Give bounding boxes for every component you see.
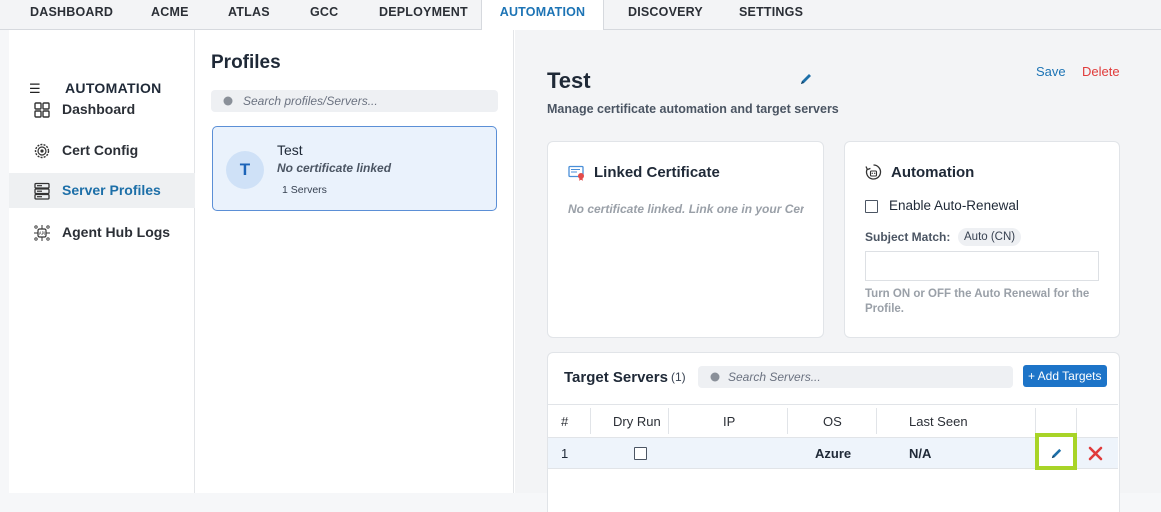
- add-targets-button[interactable]: + Add Targets: [1023, 365, 1107, 387]
- sidebar-item-agent-hub-logs[interactable]: API Agent Hub Logs: [9, 215, 195, 250]
- table-header: # Dry Run IP OS Last Seen: [548, 404, 1118, 438]
- target-servers-card: Target Servers (1) Search Servers... + A…: [547, 352, 1120, 512]
- tab-settings[interactable]: SETTINGS: [739, 0, 803, 30]
- tab-acme[interactable]: ACME: [151, 0, 189, 30]
- robot-icon: [865, 164, 882, 180]
- profiles-search-input[interactable]: Search profiles/Servers...: [211, 90, 498, 112]
- top-nav: DASHBOARD ACME ATLAS GCC DEPLOYMENT AUTO…: [0, 0, 1161, 31]
- sidebar-item-label: Cert Config: [62, 142, 139, 158]
- delete-row-close-icon[interactable]: [1088, 446, 1103, 461]
- subject-match-input[interactable]: [865, 251, 1099, 281]
- svg-text:API: API: [39, 231, 45, 236]
- api-hub-icon: API: [34, 225, 50, 241]
- column-header-ip[interactable]: IP: [723, 414, 735, 429]
- save-button[interactable]: Save: [1036, 64, 1066, 79]
- tab-discovery[interactable]: DISCOVERY: [628, 0, 703, 30]
- sidebar-item-label: Dashboard: [62, 101, 136, 117]
- linked-certificate-heading: Linked Certificate: [594, 164, 720, 181]
- search-placeholder: Search profiles/Servers...: [243, 94, 378, 108]
- column-divider: [1035, 408, 1036, 434]
- column-header-last-seen[interactable]: Last Seen: [909, 414, 968, 429]
- avatar: T: [226, 151, 264, 189]
- tab-deployment[interactable]: DEPLOYMENT: [379, 0, 468, 30]
- auto-renewal-row[interactable]: Enable Auto-Renewal: [865, 198, 1019, 214]
- search-placeholder: Search Servers...: [728, 370, 821, 384]
- delete-button[interactable]: Delete: [1082, 64, 1120, 79]
- dry-run-checkbox[interactable]: [634, 447, 647, 460]
- tab-automation[interactable]: AUTOMATION: [481, 0, 604, 31]
- tab-atlas[interactable]: ATLAS: [228, 0, 270, 30]
- grid-icon: [34, 102, 50, 118]
- target-servers-count: (1): [671, 370, 686, 384]
- profile-name: Test: [277, 142, 303, 158]
- page-title: Test: [547, 68, 591, 93]
- linked-certificate-card: Linked Certificate No certificate linked…: [547, 141, 824, 338]
- page-subtitle: Manage certificate automation and target…: [547, 102, 839, 116]
- auto-renewal-label[interactable]: Enable Auto-Renewal: [889, 198, 1019, 213]
- auto-renewal-help-text: Turn ON or OFF the Auto Renewal for the …: [865, 288, 1090, 315]
- automation-card: Automation Enable Auto-Renewal Subject M…: [844, 141, 1120, 338]
- pencil-icon: [1051, 448, 1062, 459]
- column-header-index[interactable]: #: [561, 414, 568, 429]
- servers-search-input[interactable]: Search Servers...: [698, 366, 1013, 388]
- no-certificate-text: No certificate linked. Link one in your …: [568, 202, 804, 216]
- edit-row-button[interactable]: [1035, 433, 1077, 470]
- table-row[interactable]: 1 Azure N/A: [548, 433, 1118, 470]
- profiles-panel: Profiles Search profiles/Servers... T Te…: [196, 30, 514, 493]
- column-divider: [787, 408, 788, 434]
- row-last-seen: N/A: [909, 446, 932, 461]
- profile-server-count: 1 Servers: [282, 184, 327, 196]
- column-header-os[interactable]: OS: [823, 414, 842, 429]
- automation-heading: Automation: [891, 164, 975, 181]
- profiles-heading: Profiles: [211, 52, 281, 73]
- profile-card-test[interactable]: T Test No certificate linked 1 Servers: [212, 126, 497, 211]
- sidebar-item-server-profiles[interactable]: Server Profiles: [9, 173, 195, 208]
- sidebar-item-dashboard[interactable]: Dashboard: [9, 92, 195, 127]
- column-header-dry-run[interactable]: Dry Run: [613, 414, 661, 429]
- certificate-icon: [568, 165, 584, 181]
- gear-icon: [34, 143, 50, 159]
- column-divider: [668, 408, 669, 434]
- search-icon: [223, 96, 233, 106]
- subject-match-value[interactable]: Auto (CN): [958, 228, 1022, 246]
- sidebar-item-label: Server Profiles: [62, 182, 161, 198]
- tab-dashboard[interactable]: DASHBOARD: [30, 0, 113, 30]
- search-icon: [710, 372, 720, 382]
- profile-detail: Test Manage certificate automation and t…: [515, 30, 1161, 512]
- target-servers-heading: Target Servers: [564, 369, 668, 386]
- sidebar-item-label: Agent Hub Logs: [62, 224, 171, 240]
- sidebar-item-cert-config[interactable]: Cert Config: [9, 133, 195, 168]
- tab-gcc[interactable]: GCC: [310, 0, 338, 30]
- column-divider: [1076, 408, 1077, 434]
- profile-certificate-status: No certificate linked: [277, 161, 392, 175]
- subject-match-label: Subject Match:: [865, 230, 951, 244]
- column-divider: [876, 408, 877, 434]
- server-icon: [34, 182, 50, 200]
- row-os: Azure: [815, 446, 852, 461]
- auto-renewal-checkbox[interactable]: [865, 200, 878, 214]
- edit-title-pencil-icon[interactable]: [799, 72, 813, 86]
- column-divider: [590, 408, 591, 434]
- row-index: 1: [561, 446, 569, 461]
